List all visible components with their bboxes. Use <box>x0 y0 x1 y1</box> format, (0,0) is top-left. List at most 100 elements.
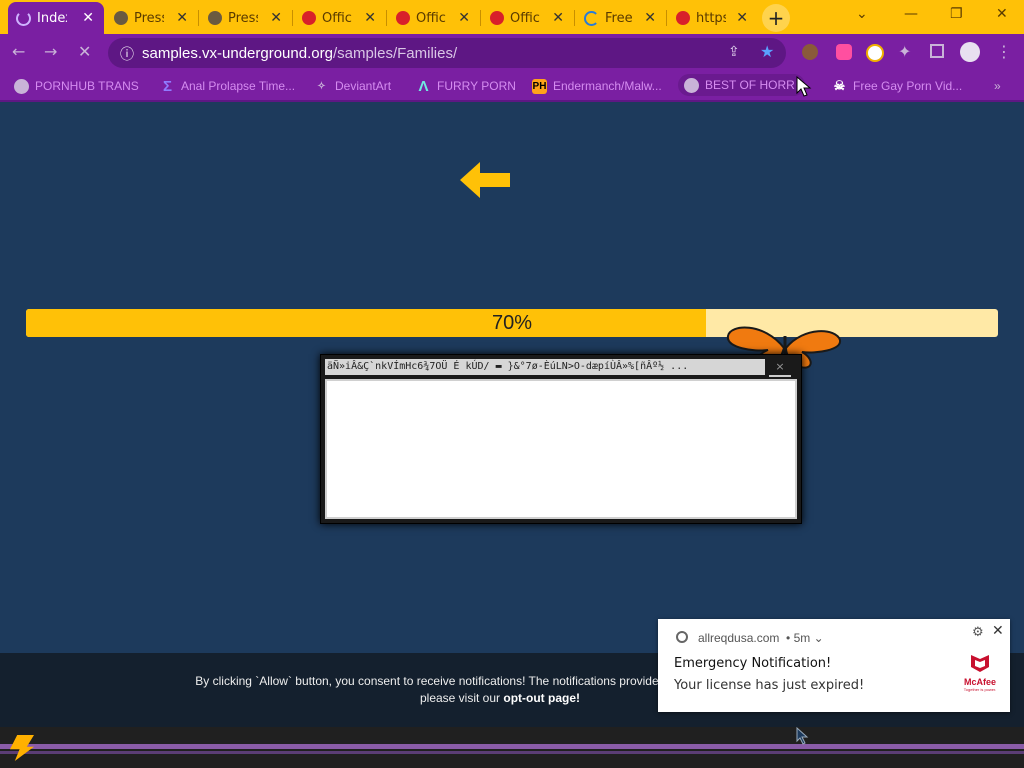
lambda-icon: Λ <box>418 77 429 95</box>
bookmark-deviantart[interactable]: ✧ DeviantArt <box>314 77 391 95</box>
notification-body: Your license has just expired! <box>674 678 865 693</box>
forward-icon[interactable]: → <box>44 42 57 61</box>
start-button-icon[interactable] <box>10 735 34 761</box>
bookmarks-overflow-icon[interactable]: » <box>994 77 1001 95</box>
bookmark-label: FURRY PORN <box>437 79 516 93</box>
mcafee-logo: McAfee Together is power. <box>958 653 1002 692</box>
sigma-icon: Σ <box>162 77 172 95</box>
mcafee-wordmark: McAfee <box>963 677 996 687</box>
close-icon[interactable]: ✕ <box>364 10 376 26</box>
bookmark-label: BEST OF HORR <box>705 78 795 92</box>
tab-index[interactable]: Index ✕ <box>8 2 104 34</box>
globe-icon <box>14 78 29 94</box>
opt-out-link[interactable]: opt-out page <box>503 691 576 705</box>
tab-title: Offic <box>416 10 446 26</box>
popup-window[interactable]: äÑ»iÂ&Ç`nkVÍmHc6¾7OÜ É kÚD/ ▬ }&°7ø-ÈúLN… <box>320 354 802 524</box>
tab-https[interactable]: https ✕ <box>668 4 758 32</box>
loading-spinner-icon <box>584 10 599 26</box>
mouse-cursor-icon <box>796 76 812 97</box>
tab-title: Press <box>134 10 164 26</box>
extensions-puzzle-icon[interactable]: ✦ <box>898 42 911 61</box>
taskbar-strip <box>0 744 1024 749</box>
maximize-button[interactable]: ❐ <box>950 6 963 22</box>
popup-close-button[interactable]: × <box>769 359 791 377</box>
url-path: /samples/Families/ <box>332 44 458 62</box>
bookmark-label: Anal Prolapse Time... <box>181 79 296 93</box>
popup-title: äÑ»iÂ&Ç`nkVÍmHc6¾7OÜ É kÚD/ ▬ }&°7ø-ÈúLN… <box>325 359 765 375</box>
mcafee-shield-icon <box>302 11 316 25</box>
chevron-down-icon[interactable]: ⌄ <box>814 631 824 645</box>
notification-origin: allreqdusa.com • 5m ⌄ <box>698 631 824 645</box>
loading-spinner-icon <box>16 10 31 26</box>
close-icon[interactable]: ✕ <box>458 10 470 26</box>
tab-title: https <box>696 10 726 26</box>
bookmark-label: DeviantArt <box>335 79 392 93</box>
taskbar-strip-shadow <box>0 751 1024 754</box>
bookmark-label: Free Gay Porn Vid... <box>853 79 963 93</box>
tab-press-1[interactable]: Press ✕ <box>106 4 198 32</box>
notification-domain: allreqdusa.com <box>698 631 780 645</box>
tab-free[interactable]: Free ✕ <box>576 4 666 32</box>
tab-offic-3[interactable]: Offic ✕ <box>482 4 574 32</box>
notification-toast[interactable]: allreqdusa.com • 5m ⌄ ⚙ ✕ Emergency Noti… <box>658 619 1010 712</box>
popup-body <box>325 379 797 519</box>
chrome-icon <box>676 631 688 643</box>
ph-icon: PH <box>532 78 547 94</box>
url-text[interactable]: samples.vx-underground.org/samples/Famil… <box>142 45 457 62</box>
close-icon[interactable]: ✕ <box>270 10 282 26</box>
globe-icon <box>684 77 699 93</box>
bookmark-label: PORNHUB TRANS <box>35 79 139 93</box>
stop-icon[interactable]: ✕ <box>78 42 91 61</box>
tab-title: Index <box>37 10 67 26</box>
bookmark-furry-porn[interactable]: Λ FURRY PORN <box>416 77 516 95</box>
close-icon[interactable]: ✕ <box>644 10 656 26</box>
close-icon[interactable]: ✕ <box>176 10 188 26</box>
tab-press-2[interactable]: Press ✕ <box>200 4 292 32</box>
bookmark-label: Endermanch/Malw... <box>553 79 662 93</box>
url-host: samples.vx-underground.org <box>142 44 333 62</box>
mcafee-shield-icon <box>971 655 989 672</box>
new-tab-button[interactable]: + <box>762 4 790 32</box>
globe-icon <box>208 11 222 25</box>
deviantart-icon: ✧ <box>317 80 326 92</box>
close-icon[interactable]: ✕ <box>82 10 94 26</box>
mcafee-shield-icon <box>396 11 410 25</box>
address-bar[interactable]: ⓘ samples.vx-underground.org/samples/Fam… <box>108 38 786 68</box>
mouse-cursor-icon <box>796 727 809 745</box>
consent-line-2-end: ! <box>576 691 581 705</box>
tab-offic-1[interactable]: Offic ✕ <box>294 4 386 32</box>
mcafee-shield-icon <box>490 11 504 25</box>
close-icon[interactable]: ✕ <box>736 10 748 26</box>
tab-search-icon[interactable]: ⌄ <box>856 6 868 22</box>
profile-avatar-icon[interactable] <box>960 42 980 62</box>
back-icon[interactable]: ← <box>12 42 25 61</box>
extension-circle-icon[interactable] <box>866 44 884 62</box>
close-icon[interactable]: ✕ <box>992 623 1004 639</box>
tab-title: Offic <box>510 10 540 26</box>
bookmark-best-of-horr[interactable]: BEST OF HORR <box>678 74 805 96</box>
minimize-button[interactable]: — <box>904 6 918 22</box>
tab-strip: Index ✕ Press ✕ Press ✕ Offic ✕ Offic ✕ … <box>0 0 1024 34</box>
bookmark-star-icon[interactable]: ★ <box>760 42 774 61</box>
gear-icon[interactable]: ⚙ <box>972 625 984 640</box>
tab-offic-2[interactable]: Offic ✕ <box>388 4 480 32</box>
close-icon[interactable]: ✕ <box>552 10 564 26</box>
mcafee-shield-icon <box>676 11 690 25</box>
extension-avatar-icon[interactable] <box>802 44 818 60</box>
notification-title: Emergency Notification! <box>674 656 832 671</box>
bookmark-anal-prolapse[interactable]: Σ Anal Prolapse Time... <box>160 77 295 95</box>
side-panel-icon[interactable] <box>930 44 944 58</box>
progress-label: 70% <box>491 312 533 334</box>
bookmark-free-gay-porn[interactable]: ☠ Free Gay Porn Vid... <box>832 77 963 95</box>
bookmark-pornhub-trans[interactable]: PORNHUB TRANS <box>14 77 139 95</box>
close-window-button[interactable]: ✕ <box>996 6 1008 22</box>
back-arrow-icon[interactable] <box>458 160 514 200</box>
menu-kebab-icon[interactable]: ⋮ <box>996 42 1012 61</box>
consent-line-2: please visit our <box>419 691 504 705</box>
site-info-icon[interactable]: ⓘ <box>120 44 134 64</box>
share-icon[interactable]: ⇪ <box>728 44 740 60</box>
bookmark-endermanch[interactable]: PH Endermanch/Malw... <box>532 77 662 95</box>
globe-icon <box>114 11 128 25</box>
notification-time: • 5m <box>786 631 811 645</box>
extension-app-icon[interactable] <box>836 44 852 60</box>
